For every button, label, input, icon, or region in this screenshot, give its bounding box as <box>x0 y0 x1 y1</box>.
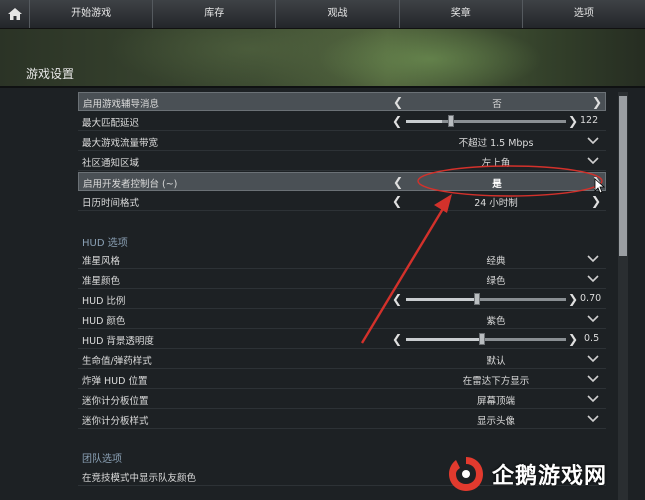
slider-value: 122 <box>580 115 599 126</box>
setting-label: 最大游戏流量带宽 <box>82 138 159 149</box>
header-divider <box>0 86 645 88</box>
setting-label: 在竞技模式中显示队友颜色 <box>82 473 197 484</box>
nav-inventory[interactable]: 库存 <box>153 0 277 28</box>
setting-value: 显示头像 <box>476 416 515 427</box>
chevron-right-icon[interactable]: ❯ <box>568 114 578 128</box>
setting-row-health-ammo-style[interactable]: 生命值/弹药样式 默认 <box>78 350 606 369</box>
setting-row-bomb-hud-position[interactable]: 炸弹 HUD 位置 在雷达下方显示 <box>78 370 606 389</box>
setting-value: 绿色 <box>486 276 506 287</box>
setting-label: 最大匹配延迟 <box>82 118 140 129</box>
settings-panel: 启用游戏辅导消息 ❮ 否 ❯ 最大匹配延迟 ❮ ❯ 122 最大游戏流量带宽 不… <box>78 92 608 500</box>
slider-track[interactable] <box>406 120 566 123</box>
home-icon <box>7 8 22 20</box>
penguin-logo-icon <box>449 457 483 491</box>
setting-value: 经典 <box>486 256 506 267</box>
setting-label: HUD 颜色 <box>82 316 126 327</box>
setting-label: 社区通知区域 <box>82 158 140 169</box>
slider-thumb[interactable] <box>474 293 480 305</box>
chevron-left-icon[interactable]: ❮ <box>392 332 402 346</box>
setting-value: 24 小时制 <box>474 198 518 209</box>
setting-label: HUD 比例 <box>82 296 126 307</box>
chevron-down-icon[interactable] <box>587 355 599 363</box>
chevron-down-icon[interactable] <box>587 157 599 165</box>
slider-thumb[interactable] <box>479 333 485 345</box>
home-button[interactable] <box>0 0 30 28</box>
setting-value: 是 <box>492 179 502 190</box>
setting-row-crosshair-style[interactable]: 准星风格 经典 <box>78 250 606 269</box>
nav-watch[interactable]: 观战 <box>276 0 400 28</box>
setting-label: 生命值/弹药样式 <box>82 356 152 367</box>
setting-label: 启用开发者控制台 (~) <box>83 179 178 190</box>
chevron-left-icon[interactable]: ❮ <box>392 292 402 306</box>
nav-options[interactable]: 选项 <box>523 0 645 28</box>
setting-label: HUD 背景透明度 <box>82 336 154 347</box>
setting-label: 准星风格 <box>82 256 121 267</box>
chevron-right-icon[interactable]: ❯ <box>592 95 602 109</box>
nav-play[interactable]: 开始游戏 <box>30 0 154 28</box>
setting-row-mini-scoreboard-style[interactable]: 迷你计分板样式 显示头像 <box>78 410 606 429</box>
nav-awards[interactable]: 奖章 <box>400 0 523 28</box>
chevron-right-icon[interactable]: ❯ <box>568 332 578 346</box>
setting-row-community-notifications[interactable]: 社区通知区域 左上角 <box>78 152 606 171</box>
scrollbar[interactable] <box>618 92 628 500</box>
setting-row-mini-scoreboard-position[interactable]: 迷你计分板位置 屏幕顶端 <box>78 390 606 409</box>
setting-row-hud-background-alpha[interactable]: HUD 背景透明度 ❮ ❯ 0.5 <box>78 330 606 349</box>
setting-row-hud-color[interactable]: HUD 颜色 紫色 <box>78 310 606 329</box>
chevron-left-icon[interactable]: ❮ <box>392 114 402 128</box>
top-nav: 开始游戏 库存 观战 奖章 选项 <box>0 0 645 29</box>
section-title-team: 团队选项 <box>82 454 122 465</box>
chevron-down-icon[interactable] <box>587 255 599 263</box>
chevron-down-icon[interactable] <box>587 395 599 403</box>
setting-value: 默认 <box>486 356 506 367</box>
chevron-down-icon[interactable] <box>587 275 599 283</box>
setting-row-developer-console[interactable]: 启用开发者控制台 (~) ❮ 是 ❯ <box>78 172 606 191</box>
setting-label: 日历时间格式 <box>82 198 140 209</box>
scrollbar-thumb[interactable] <box>619 96 627 256</box>
setting-row-max-matchmaking-ping[interactable]: 最大匹配延迟 ❮ ❯ 122 <box>78 112 606 131</box>
chevron-right-icon[interactable]: ❯ <box>591 194 601 208</box>
chevron-right-icon[interactable]: ❯ <box>568 292 578 306</box>
setting-row-crosshair-color[interactable]: 准星颜色 绿色 <box>78 270 606 289</box>
slider-value: 0.70 <box>580 293 602 304</box>
setting-row-hud-scale[interactable]: HUD 比例 ❮ ❯ 0.70 <box>78 290 606 309</box>
setting-value: 屏幕顶端 <box>476 396 515 407</box>
setting-label: 迷你计分板样式 <box>82 416 149 427</box>
slider-track[interactable] <box>406 338 566 341</box>
setting-value: 在雷达下方显示 <box>462 376 530 387</box>
page-title: 游戏设置 <box>26 67 75 81</box>
watermark-logo: 企鹅游戏网 <box>446 448 645 500</box>
header-banner: 游戏设置 <box>0 29 645 86</box>
setting-label: 迷你计分板位置 <box>82 396 149 407</box>
mouse-cursor-icon <box>594 178 606 194</box>
section-title-hud: HUD 选项 <box>82 238 128 249</box>
setting-row-max-bandwidth[interactable]: 最大游戏流量带宽 不超过 1.5 Mbps <box>78 132 606 151</box>
setting-label: 炸弹 HUD 位置 <box>82 376 148 387</box>
setting-value: 左上角 <box>481 158 511 169</box>
setting-row-calendar-format[interactable]: 日历时间格式 ❮ 24 小时制 ❯ <box>78 192 606 211</box>
setting-value: 否 <box>492 99 502 110</box>
setting-label: 准星颜色 <box>82 276 121 287</box>
setting-value: 紫色 <box>486 316 506 327</box>
watermark-text: 企鹅游戏网 <box>492 464 608 489</box>
slider-thumb[interactable] <box>448 115 454 127</box>
setting-row-game-instructor[interactable]: 启用游戏辅导消息 ❮ 否 ❯ <box>78 92 606 111</box>
chevron-down-icon[interactable] <box>587 375 599 383</box>
chevron-down-icon[interactable] <box>587 137 599 145</box>
setting-label: 启用游戏辅导消息 <box>83 99 160 110</box>
slider-value: 0.5 <box>584 333 600 344</box>
slider-track[interactable] <box>406 298 566 301</box>
setting-value: 不超过 1.5 Mbps <box>458 138 534 149</box>
chevron-down-icon[interactable] <box>587 415 599 423</box>
chevron-down-icon[interactable] <box>587 315 599 323</box>
